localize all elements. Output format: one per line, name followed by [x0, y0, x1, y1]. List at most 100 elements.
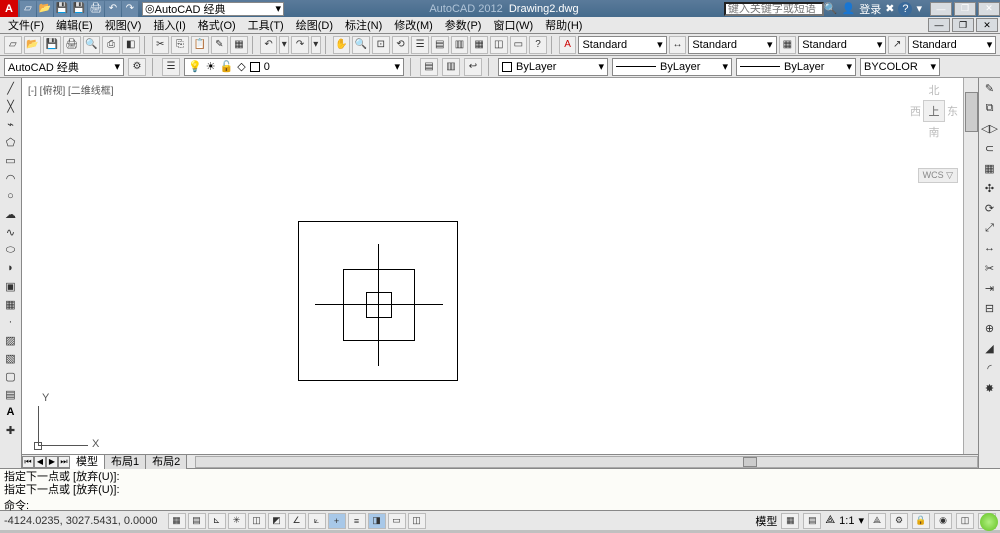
tab-layout1[interactable]: 布局1 — [105, 455, 146, 469]
undo-icon[interactable]: ↶ — [105, 1, 121, 17]
grid-toggle[interactable]: ▤ — [188, 513, 206, 529]
pan-button[interactable]: ✋ — [333, 36, 351, 54]
menu-insert[interactable]: 插入(I) — [153, 17, 185, 33]
tpy-toggle[interactable]: ◨ — [368, 513, 386, 529]
doc-minimize-button[interactable]: — — [928, 18, 950, 32]
new-button[interactable]: ▱ — [4, 36, 22, 54]
gradient-tool[interactable]: ▧ — [2, 350, 20, 366]
view-label[interactable]: [-] [俯视] [二维线框] — [28, 82, 114, 97]
xline-tool[interactable]: ╳ — [2, 98, 20, 114]
exchange-icon[interactable]: ✖ — [885, 2, 894, 15]
layer-state-button[interactable]: ▤ — [420, 58, 438, 76]
close-button[interactable]: ✕ — [978, 2, 1000, 16]
workspace-dropdown-2[interactable]: AutoCAD 经典▾ — [4, 58, 124, 76]
otrack-toggle[interactable]: ∠ — [288, 513, 306, 529]
block-tool[interactable]: ▦ — [2, 296, 20, 312]
menu-parametric[interactable]: 参数(P) — [445, 17, 482, 33]
search-input[interactable] — [724, 2, 824, 16]
rotate-tool[interactable]: ⟳ — [981, 200, 999, 216]
hscroll-thumb[interactable] — [743, 457, 757, 467]
menu-view[interactable]: 视图(V) — [105, 17, 142, 33]
scale-tool[interactable]: ⤢ — [981, 220, 999, 236]
ellipsearc-tool[interactable]: ◗ — [2, 260, 20, 276]
publish-button[interactable]: ⎙ — [102, 36, 120, 54]
point-tool[interactable]: · — [2, 314, 20, 330]
login-label[interactable]: 登录 — [859, 1, 881, 17]
revcloud-tool[interactable]: ☁ — [2, 206, 20, 222]
dimstyle-dropdown[interactable]: Standard▾ — [688, 36, 776, 54]
menu-modify[interactable]: 修改(M) — [394, 17, 433, 33]
quickview-dwgs[interactable]: ▤ — [803, 513, 821, 529]
viewcube[interactable]: 北 西 上 东 南 — [910, 82, 958, 140]
mleadstyle-dropdown[interactable]: Standard▾ — [908, 36, 996, 54]
region-tool[interactable]: ▢ — [2, 368, 20, 384]
menu-tools[interactable]: 工具(T) — [248, 17, 284, 33]
hardware-accel-button[interactable]: ◉ — [934, 513, 952, 529]
print-icon[interactable]: 🖨 — [88, 1, 104, 17]
zoomrt-button[interactable]: 🔍 — [352, 36, 370, 54]
trim-tool[interactable]: ✂ — [981, 260, 999, 276]
trusted-autodesk-icon[interactable] — [980, 513, 998, 531]
ws-settings-icon[interactable]: ⚙ — [128, 58, 146, 76]
doc-close-button[interactable]: ✕ — [976, 18, 998, 32]
cut-button[interactable]: ✂ — [152, 36, 170, 54]
menu-format[interactable]: 格式(O) — [198, 17, 236, 33]
new-icon[interactable]: ▱ — [20, 1, 36, 17]
anno-scale-icon[interactable]: ⟁ — [825, 514, 835, 527]
login-icon[interactable]: 👤 — [842, 2, 856, 15]
redo-icon[interactable]: ↷ — [122, 1, 138, 17]
3dosnap-toggle[interactable]: ◩ — [268, 513, 286, 529]
polygon-tool[interactable]: ⬠ — [2, 134, 20, 150]
addselected-tool[interactable]: ✚ — [2, 422, 20, 438]
layer-dropdown[interactable]: 💡☀🔓◇ 0▾ — [184, 58, 404, 76]
menu-file[interactable]: 文件(F) — [8, 17, 44, 33]
blockedit-button[interactable]: ▦ — [230, 36, 248, 54]
markup-button[interactable]: ◫ — [490, 36, 508, 54]
copy-tool[interactable]: ⧉ — [981, 100, 999, 116]
paste-button[interactable]: 📋 — [191, 36, 209, 54]
drawing-canvas[interactable]: [-] [俯视] [二维线框] 北 西 上 东 南 WCS ▽ Y X — [22, 78, 978, 468]
spline-tool[interactable]: ∿ — [2, 224, 20, 240]
maximize-button[interactable]: ❐ — [954, 2, 976, 16]
match-button[interactable]: ✎ — [211, 36, 229, 54]
insert-tool[interactable]: ▣ — [2, 278, 20, 294]
hatch-tool[interactable]: ▨ — [2, 332, 20, 348]
mleadstyle-icon[interactable]: ↗ — [888, 36, 906, 54]
tab-prev-button[interactable]: ◀ — [34, 456, 46, 468]
move-tool[interactable]: ✣ — [981, 180, 999, 196]
redo-dd[interactable]: ▾ — [311, 36, 321, 54]
mtext-tool[interactable]: A — [2, 404, 20, 420]
undo-button[interactable]: ↶ — [260, 36, 278, 54]
tab-layout2[interactable]: 布局2 — [146, 455, 187, 469]
qcalc-button[interactable]: ▭ — [510, 36, 528, 54]
tablestyle-icon[interactable]: ▦ — [779, 36, 797, 54]
layer-iso-button[interactable]: ▥ — [442, 58, 460, 76]
toolbar-lock-button[interactable]: 🔒 — [912, 513, 930, 529]
zoomprev-button[interactable]: ⟲ — [392, 36, 410, 54]
erase-tool[interactable]: ✎ — [981, 80, 999, 96]
lineweight-dropdown[interactable]: ByLayer▾ — [736, 58, 856, 76]
scale-label[interactable]: 1:1 — [839, 515, 854, 527]
layer-prev-button[interactable]: ↩ — [464, 58, 482, 76]
search-icon[interactable]: 🔍 — [824, 2, 838, 15]
props-button[interactable]: ☰ — [411, 36, 429, 54]
ucs-icon[interactable]: Y X — [28, 386, 108, 456]
tab-first-button[interactable]: ⏮ — [22, 456, 34, 468]
menu-edit[interactable]: 编辑(E) — [56, 17, 93, 33]
menu-help[interactable]: 帮助(H) — [545, 17, 582, 33]
undo-dd[interactable]: ▾ — [279, 36, 289, 54]
horizontal-scrollbar[interactable] — [195, 456, 978, 468]
dcenter-button[interactable]: ▤ — [431, 36, 449, 54]
circle-tool[interactable]: ○ — [2, 188, 20, 204]
open-button[interactable]: 📂 — [24, 36, 42, 54]
wcs-badge[interactable]: WCS ▽ — [918, 168, 958, 183]
join-tool[interactable]: ⊕ — [981, 320, 999, 336]
linetype-dropdown[interactable]: ByLayer▾ — [612, 58, 732, 76]
menu-draw[interactable]: 绘图(D) — [296, 17, 333, 33]
menu-window[interactable]: 窗口(W) — [493, 17, 533, 33]
tab-model[interactable]: 模型 — [70, 455, 105, 469]
tab-next-button[interactable]: ▶ — [46, 456, 58, 468]
mirror-tool[interactable]: ◁▷ — [981, 120, 999, 136]
3ddwf-button[interactable]: ◧ — [122, 36, 140, 54]
redo-button[interactable]: ↷ — [291, 36, 309, 54]
